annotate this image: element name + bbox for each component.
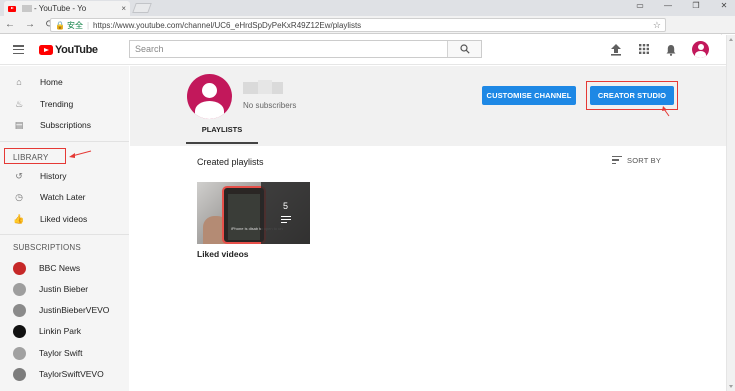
- minimize-button[interactable]: —: [661, 1, 675, 10]
- sort-by-button[interactable]: SORT BY: [612, 156, 661, 166]
- close-window-button[interactable]: ✕: [717, 1, 731, 10]
- menu-icon[interactable]: [13, 45, 24, 55]
- annotation-arrow-icon: [662, 106, 670, 117]
- youtube-logo[interactable]: YouTube: [39, 44, 98, 56]
- scroll-down-icon[interactable]: [729, 385, 733, 388]
- channel-avatar: [13, 282, 26, 296]
- page-scrollbar[interactable]: [726, 35, 735, 391]
- playlist-count-overlay: 5: [261, 182, 310, 244]
- playlist-title[interactable]: Liked videos: [197, 249, 249, 259]
- search-button[interactable]: [447, 41, 481, 57]
- url-separator: |: [86, 20, 90, 30]
- subscription-item-taylor-swift[interactable]: Taylor Swift: [0, 343, 129, 363]
- subscriber-count: No subscribers: [243, 101, 297, 110]
- logo-text: YouTube: [55, 44, 98, 56]
- section-title: Created playlists: [197, 157, 264, 167]
- search-box: [129, 40, 482, 58]
- address-bar-row: ← → ⟳ 🔒 安全 | https://www.youtube.com/cha…: [0, 16, 735, 46]
- channel-avatar: [13, 324, 26, 338]
- library-highlight-box: [4, 148, 66, 164]
- youtube-favicon-icon: [8, 5, 16, 12]
- trending-icon: ♨: [14, 98, 24, 109]
- secure-label: 安全: [66, 20, 83, 30]
- thumbnail-phone: [222, 186, 266, 244]
- sidebar-item-label: Subscriptions: [40, 120, 92, 130]
- sidebar-item-label: BBC News: [39, 263, 81, 273]
- sidebar: ⌂ Home ♨ Trending ▤ Subscriptions LIBRAR…: [0, 66, 129, 391]
- subscription-item-justinbiebervevo[interactable]: JustinBieberVEVO: [0, 300, 129, 320]
- user-switch-button[interactable]: ▭: [633, 1, 647, 10]
- upload-icon[interactable]: [611, 44, 621, 59]
- channel-name-redacted: [243, 80, 283, 94]
- new-tab-button[interactable]: [132, 3, 152, 13]
- youtube-play-icon: [39, 45, 53, 55]
- subscriptions-icon: ▤: [14, 119, 24, 130]
- sidebar-item-watch-later[interactable]: ◷ Watch Later: [0, 187, 129, 207]
- sidebar-item-label: TaylorSwiftVEVO: [39, 369, 104, 379]
- channel-avatar: [13, 303, 26, 317]
- sidebar-item-liked-videos[interactable]: 👍 Liked videos: [0, 209, 129, 229]
- sidebar-item-label: Watch Later: [40, 192, 86, 202]
- subscription-item-linkin-park[interactable]: Linkin Park: [0, 321, 129, 341]
- home-icon: ⌂: [16, 77, 22, 87]
- sidebar-item-label: Liked videos: [40, 214, 88, 224]
- sidebar-item-label: Trending: [40, 99, 74, 109]
- sidebar-item-home[interactable]: ⌂ Home: [0, 72, 129, 92]
- search-input[interactable]: [130, 41, 450, 57]
- apps-icon[interactable]: [639, 44, 649, 57]
- back-button[interactable]: ←: [4, 19, 16, 31]
- restore-button[interactable]: ❐: [689, 1, 703, 10]
- subscription-item-taylorswiftvevo[interactable]: TaylorSwiftVEVO: [0, 364, 129, 384]
- sidebar-item-label: Taylor Swift: [39, 348, 83, 358]
- bookmark-star-icon[interactable]: ☆: [653, 20, 661, 31]
- playlist-thumbnail[interactable]: iPhone is disab to open to un 5: [197, 182, 310, 244]
- forward-button[interactable]: →: [24, 19, 36, 31]
- sidebar-divider: [0, 141, 129, 142]
- browser-tab[interactable]: - YouTube - Yo ×: [4, 1, 130, 16]
- sidebar-item-label: Justin Bieber: [39, 284, 89, 294]
- tab-close-icon[interactable]: ×: [121, 4, 126, 13]
- playlist-video-count: 5: [282, 200, 288, 211]
- redacted-text: [22, 5, 32, 12]
- clock-icon: ◷: [15, 191, 23, 202]
- browser-tab-bar: - YouTube - Yo × ▭ — ❐ ✕: [0, 0, 735, 16]
- channel-avatar: [187, 74, 232, 119]
- url-text: https://www.youtube.com/channel/UC6_eHrd…: [93, 20, 362, 30]
- search-icon: [459, 44, 470, 54]
- account-avatar[interactable]: [692, 41, 709, 58]
- sort-icon: [612, 156, 622, 166]
- sidebar-item-subscriptions[interactable]: ▤ Subscriptions: [0, 115, 129, 135]
- tab-title: - YouTube - Yo: [34, 4, 87, 13]
- sort-label: SORT BY: [627, 156, 662, 166]
- subscription-item-bbc-news[interactable]: BBC News: [0, 258, 129, 278]
- channel-avatar: [13, 346, 26, 360]
- customise-channel-button[interactable]: CUSTOMISE CHANNEL: [482, 86, 576, 105]
- history-icon: ↺: [15, 170, 23, 181]
- youtube-header: YouTube: [0, 35, 726, 65]
- window-controls: ▭ — ❐ ✕: [633, 1, 731, 10]
- subscription-item-justin-bieber[interactable]: Justin Bieber: [0, 279, 129, 299]
- channel-avatar: [13, 367, 26, 381]
- playlist-icon: [280, 215, 291, 225]
- sidebar-item-label: Home: [40, 77, 63, 87]
- sidebar-item-label: History: [40, 171, 67, 181]
- lock-icon: 🔒: [55, 20, 65, 30]
- nav-buttons: ← → ⟳: [4, 19, 56, 31]
- notifications-icon[interactable]: [666, 44, 676, 59]
- sidebar-item-history[interactable]: ↺ History: [0, 166, 129, 186]
- tab-playlists[interactable]: PLAYLISTS: [186, 124, 258, 144]
- sidebar-item-label: Linkin Park: [39, 326, 82, 336]
- sidebar-item-label: JustinBieberVEVO: [39, 305, 110, 315]
- url-field[interactable]: 🔒 安全 | https://www.youtube.com/channel/U…: [50, 18, 666, 32]
- sidebar-item-trending[interactable]: ♨ Trending: [0, 94, 129, 114]
- subscriptions-heading: SUBSCRIPTIONS: [13, 243, 81, 252]
- thumbs-up-icon: 👍: [13, 213, 25, 224]
- channel-avatar: [13, 261, 26, 275]
- scroll-up-icon[interactable]: [729, 38, 733, 41]
- sidebar-divider: [0, 234, 129, 235]
- annotation-arrow-icon: [69, 150, 92, 158]
